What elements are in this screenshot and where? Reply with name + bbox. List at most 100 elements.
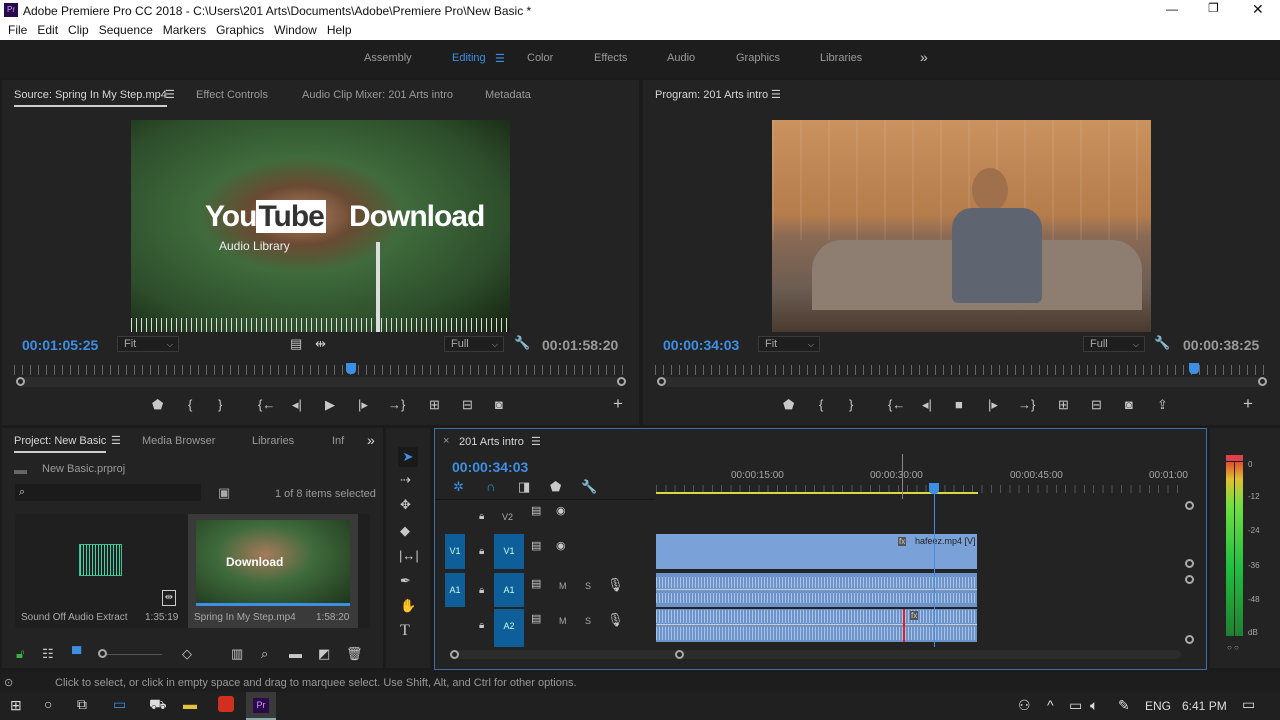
add-marker-icon[interactable]: ⬟ bbox=[152, 398, 163, 412]
start-windows-icon[interactable]: ⊞ bbox=[10, 697, 22, 714]
battery-icon[interactable]: ▭ bbox=[1069, 697, 1082, 714]
more-panels-icon[interactable]: » bbox=[367, 432, 375, 448]
audio-tracks-scroll-handle[interactable] bbox=[1185, 575, 1194, 584]
store-icon[interactable]: ⛟ bbox=[149, 696, 167, 715]
program-playhead[interactable] bbox=[1188, 363, 1199, 374]
mute-button[interactable]: M bbox=[559, 581, 567, 591]
workspace-audio[interactable]: Audio bbox=[667, 52, 695, 64]
menu-edit[interactable]: Edit bbox=[37, 21, 58, 40]
tab-media-browser[interactable]: Media Browser bbox=[142, 435, 215, 447]
scroll-handle-right[interactable] bbox=[1258, 377, 1267, 386]
volume-icon[interactable]: 🔈︎ bbox=[1090, 697, 1098, 714]
go-to-in-icon[interactable]: {← bbox=[888, 398, 905, 412]
solo-buttons[interactable]: ○ ○ bbox=[1227, 643, 1239, 652]
selection-tool-icon[interactable]: ➤ bbox=[398, 447, 418, 467]
tab-sequence[interactable]: 201 Arts intro bbox=[459, 436, 524, 448]
export-frame-icon[interactable]: ◙ bbox=[1125, 398, 1133, 412]
workspace-color[interactable]: Color bbox=[527, 52, 553, 64]
find-icon[interactable]: ⌕ bbox=[261, 647, 268, 661]
clip-indicator[interactable] bbox=[1226, 455, 1243, 461]
lock-icon[interactable]: 🔒︎ bbox=[479, 545, 484, 559]
track-a1-target[interactable]: A1 bbox=[494, 573, 524, 607]
linked-selection-icon[interactable]: ◨ bbox=[518, 480, 530, 494]
step-back-icon[interactable]: ◂| bbox=[922, 398, 932, 412]
thumbnail-size-slider[interactable] bbox=[102, 654, 162, 655]
program-menu-icon[interactable]: ☰ bbox=[771, 88, 781, 101]
sync-lock-icon[interactable]: ▤ bbox=[531, 504, 541, 518]
source-zoom-scrollbar[interactable] bbox=[16, 377, 626, 387]
audio-tracks-scroll-handle[interactable] bbox=[1185, 635, 1194, 644]
lock-icon[interactable]: 🔒︎ bbox=[479, 510, 484, 524]
video-tracks-scroll-handle[interactable] bbox=[1185, 501, 1194, 510]
timeline-timecode[interactable]: 00:00:34:03 bbox=[452, 459, 528, 475]
export-frame-icon[interactable]: ◙ bbox=[495, 398, 503, 412]
voice-over-mic-icon[interactable]: 🎙︎ bbox=[607, 613, 624, 627]
menu-help[interactable]: Help bbox=[327, 21, 352, 40]
play-icon[interactable]: ▶ bbox=[325, 398, 335, 412]
menu-sequence[interactable]: Sequence bbox=[99, 21, 153, 40]
source-playhead[interactable] bbox=[345, 363, 356, 374]
scroll-handle-left[interactable] bbox=[16, 377, 25, 386]
eye-icon[interactable]: ◉ bbox=[556, 504, 566, 518]
sync-lock-icon[interactable]: ▤ bbox=[531, 577, 541, 591]
tab-project[interactable]: Project: New Basic bbox=[14, 435, 107, 453]
source-patch-v1[interactable]: V1 bbox=[445, 534, 465, 569]
snap-icon[interactable]: ∩ bbox=[486, 480, 495, 494]
menu-markers[interactable]: Markers bbox=[163, 21, 206, 40]
hand-tool-icon[interactable]: ✋ bbox=[400, 599, 416, 613]
drag-video-icon[interactable]: ▤ bbox=[290, 337, 302, 351]
workspace-assembly[interactable]: Assembly bbox=[364, 52, 412, 64]
file-explorer-icon[interactable]: ▬ bbox=[183, 696, 197, 712]
pen-tool-icon[interactable]: ✒ bbox=[400, 574, 411, 588]
language-indicator[interactable]: ENG bbox=[1145, 699, 1171, 713]
mark-out-icon[interactable]: } bbox=[218, 398, 222, 412]
workspace-editing[interactable]: Editing bbox=[452, 52, 486, 64]
program-zoom-scrollbar[interactable] bbox=[657, 377, 1267, 387]
pen-ink-icon[interactable]: ✎ bbox=[1118, 697, 1130, 714]
show-hidden-icons[interactable]: ^ bbox=[1047, 697, 1054, 713]
step-forward-icon[interactable]: |▸ bbox=[358, 398, 368, 412]
add-marker-icon[interactable]: ⬟ bbox=[550, 480, 561, 494]
menu-file[interactable]: File bbox=[8, 21, 27, 40]
wrench-icon[interactable]: 🔧 bbox=[514, 336, 530, 350]
lock-icon[interactable]: 🔓︎ bbox=[16, 647, 24, 661]
new-bin-icon[interactable]: ▬ bbox=[289, 647, 302, 661]
drag-audio-icon[interactable]: ⇹ bbox=[315, 337, 326, 351]
vr-video-icon[interactable]: ⇪ bbox=[1157, 398, 1168, 412]
solo-button[interactable]: S bbox=[585, 581, 591, 591]
stop-icon[interactable]: ■ bbox=[955, 398, 963, 412]
program-video-frame[interactable] bbox=[772, 120, 1151, 332]
mark-in-icon[interactable]: { bbox=[188, 398, 192, 412]
go-to-out-icon[interactable]: →} bbox=[388, 398, 405, 412]
go-to-out-icon[interactable]: →} bbox=[1018, 398, 1035, 412]
slider-handle[interactable] bbox=[98, 649, 107, 658]
tab-audio-clip-mixer[interactable]: Audio Clip Mixer: 201 Arts intro bbox=[302, 89, 453, 101]
video-tracks-scroll-handle[interactable] bbox=[1185, 559, 1194, 568]
source-timecode[interactable]: 00:01:05:25 bbox=[22, 337, 98, 353]
people-icon[interactable]: ⚇ bbox=[1018, 697, 1031, 714]
program-zoom-select[interactable]: Fit ⌵ bbox=[758, 336, 820, 352]
button-editor-plus-icon[interactable]: + bbox=[613, 395, 623, 412]
source-video-frame[interactable]: YouTube Download Audio Library bbox=[131, 120, 510, 332]
scroll-handle-right[interactable] bbox=[675, 650, 684, 659]
add-marker-icon[interactable]: ⬟ bbox=[783, 398, 794, 412]
lock-icon[interactable]: 🔒︎ bbox=[479, 584, 484, 598]
ripple-edit-tool-icon[interactable]: ✥ bbox=[400, 498, 411, 512]
step-back-icon[interactable]: ◂| bbox=[292, 398, 302, 412]
sequence-menu-icon[interactable]: ☰ bbox=[531, 435, 541, 448]
app-icon-red[interactable] bbox=[218, 696, 234, 712]
source-menu-icon[interactable]: ☰ bbox=[165, 88, 175, 101]
project-item-audio[interactable]: ⇹ Sound Off Audio Extract 1:35:19 bbox=[15, 514, 185, 628]
go-to-in-icon[interactable]: {← bbox=[258, 398, 275, 412]
project-item-video[interactable]: Download Spring In My Step.mp4 1:58:20 bbox=[188, 514, 358, 628]
clock[interactable]: 6:41 PM bbox=[1182, 699, 1227, 713]
clear-trash-icon[interactable]: 🗑︎ bbox=[346, 647, 363, 661]
mute-button[interactable]: M bbox=[559, 616, 567, 626]
program-time-ruler[interactable] bbox=[655, 365, 1267, 375]
button-editor-plus-icon[interactable]: + bbox=[1243, 395, 1253, 412]
new-item-icon[interactable]: ◩ bbox=[318, 647, 330, 661]
workspace-graphics[interactable]: Graphics bbox=[736, 52, 780, 64]
razor-tool-icon[interactable]: ◆ bbox=[400, 524, 410, 538]
type-tool-icon[interactable]: T bbox=[400, 623, 410, 639]
settings-wrench-icon[interactable]: 🔧 bbox=[581, 480, 597, 494]
